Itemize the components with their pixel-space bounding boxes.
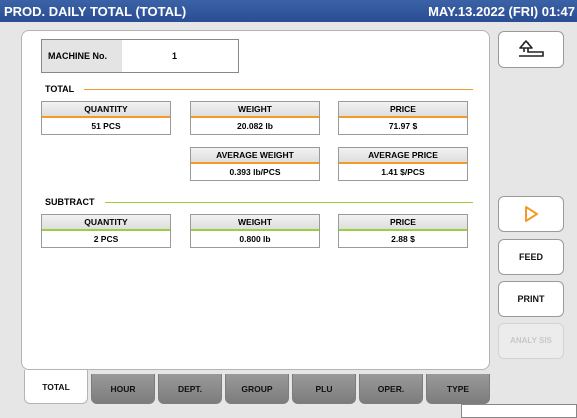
page-title: PROD. DAILY TOTAL (TOTAL) [4,3,187,19]
total-quantity-box: QUANTITY 51 PCS [41,101,171,135]
subtract-weight-label: WEIGHT [191,215,319,231]
total-weight-box: WEIGHT 20.082 lb [190,101,320,135]
total-divider [84,88,473,90]
average-price-box: AVERAGE PRICE 1.41 $/PCS [338,147,468,181]
play-triangle-icon [525,206,538,222]
datetime: MAY.13.2022 (FRI) 01:47 [428,3,575,19]
subtract-quantity-box: QUANTITY 2 PCS [41,214,171,248]
total-weight-label: WEIGHT [191,102,319,118]
next-button[interactable] [498,196,564,232]
machine-number-value: 1 [122,40,238,72]
tab-hour[interactable]: HOUR [91,374,155,404]
total-weight-value: 20.082 lb [237,121,273,131]
tab-total[interactable]: TOTAL [24,370,88,404]
subtract-section-header: SUBTRACT [45,197,473,207]
average-weight-label: AVERAGE WEIGHT [191,148,319,164]
tab-plu[interactable]: PLU [292,374,356,404]
total-quantity-label: QUANTITY [42,102,170,118]
tab-dept[interactable]: DEPT. [158,374,222,404]
title-bar: PROD. DAILY TOTAL (TOTAL) MAY.13.2022 (F… [0,0,577,22]
machine-number-field: MACHINE No. 1 [41,39,239,73]
subtract-price-value: 2.88 $ [391,234,415,244]
subtract-quantity-value: 2 PCS [93,234,119,244]
average-weight-value: 0.393 lb/PCS [229,167,281,177]
subtract-price-label: PRICE [339,215,467,231]
return-arrow-icon [519,39,544,57]
machine-number-label: MACHINE No. [42,40,122,72]
feed-button[interactable]: FEED [498,239,564,275]
average-price-value: 1.41 $/PCS [381,167,425,177]
tab-type[interactable]: TYPE [426,374,490,404]
subtract-weight-box: WEIGHT 0.800 lb [190,214,320,248]
print-button[interactable]: PRINT [498,281,564,317]
tab-bar: TOTAL HOUR DEPT. GROUP PLU OPER. TYPE [24,370,493,404]
total-price-value: 71.97 $ [388,121,418,131]
status-field [461,404,577,418]
analysis-button: ANALY SIS [498,323,564,359]
total-section-header: TOTAL [45,84,473,94]
subtract-price-box: PRICE 2.88 $ [338,214,468,248]
total-quantity-value: 51 PCS [91,121,121,131]
back-button[interactable] [498,31,564,68]
total-price-label: PRICE [339,102,467,118]
tab-oper[interactable]: OPER. [359,374,423,404]
main-panel: MACHINE No. 1 TOTAL QUANTITY 51 PCS WEIG… [21,30,490,370]
average-weight-box: AVERAGE WEIGHT 0.393 lb/PCS [190,147,320,181]
subtract-section-label: SUBTRACT [45,197,95,207]
average-price-label: AVERAGE PRICE [339,148,467,164]
subtract-weight-value: 0.800 lb [239,234,271,244]
subtract-quantity-label: QUANTITY [42,215,170,231]
total-price-box: PRICE 71.97 $ [338,101,468,135]
total-section-label: TOTAL [45,84,75,94]
tab-group[interactable]: GROUP [225,374,289,404]
subtract-divider [104,201,473,203]
